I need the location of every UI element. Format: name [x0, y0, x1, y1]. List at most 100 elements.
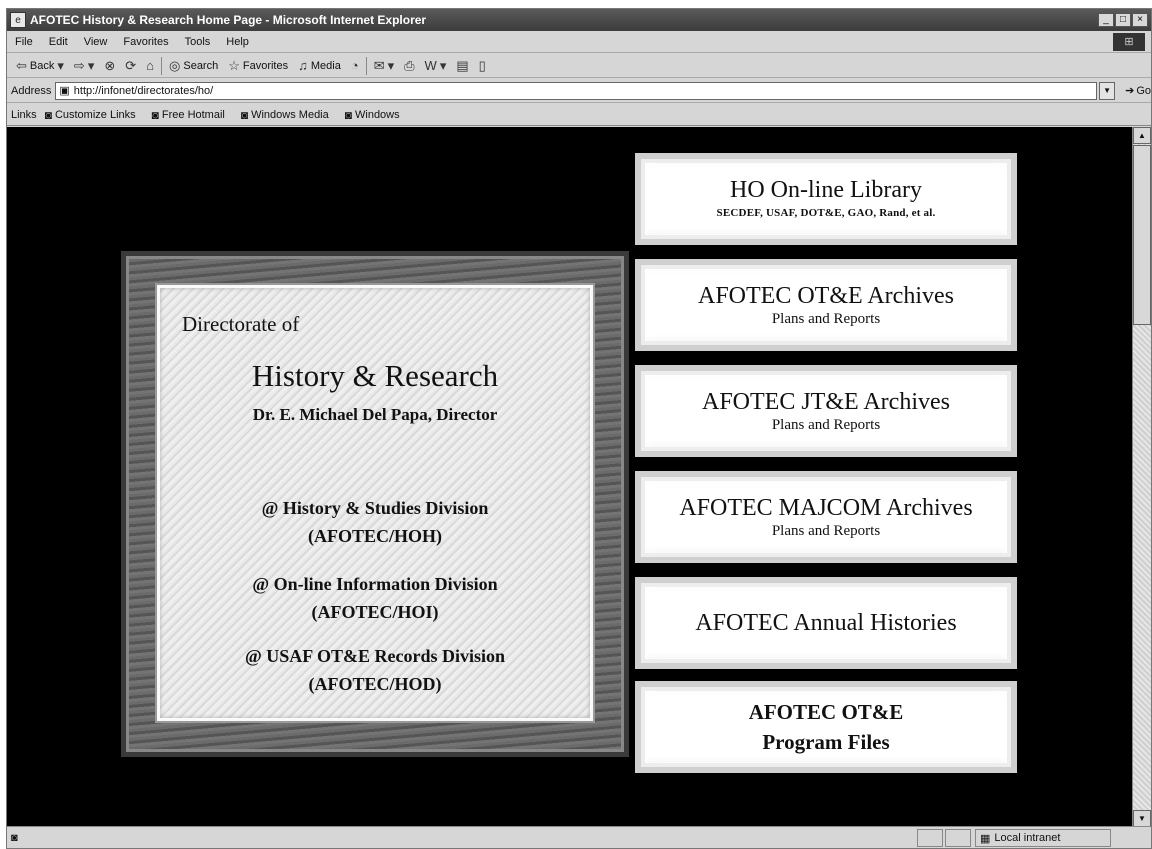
edit-button[interactable]: W ▾: [420, 58, 452, 74]
print-icon: ⎙: [404, 57, 415, 73]
division-code: (AFOTEC/HOH): [308, 526, 442, 546]
division-name: @ USAF OT&E Records Division: [244, 646, 506, 666]
browser-window: e AFOTEC History & Research Home Page - …: [6, 8, 1152, 849]
address-label: Address: [11, 84, 52, 97]
nav-subtitle: Plans and Reports: [771, 522, 881, 539]
search-label: Search: [183, 59, 219, 72]
close-button[interactable]: ×: [1132, 13, 1148, 27]
minimize-button[interactable]: _: [1098, 13, 1114, 27]
menu-favorites[interactable]: Favorites: [115, 36, 176, 48]
go-arrow-icon: ➔: [1125, 85, 1135, 97]
page-icon: ▣: [59, 85, 70, 97]
refresh-icon: ⟳: [125, 57, 137, 73]
nav-title: AFOTEC Annual Histories: [695, 609, 957, 636]
menu-view[interactable]: View: [76, 36, 116, 48]
messenger-icon: ▯: [478, 57, 486, 73]
director-name: Dr. E. Michael Del Papa, Director: [252, 405, 498, 424]
messenger-button[interactable]: ▯: [474, 58, 491, 74]
search-button[interactable]: ◎ Search: [164, 58, 223, 74]
status-cell: [917, 829, 943, 847]
windows-logo-icon: ⊞: [1113, 33, 1145, 51]
address-input[interactable]: ▣ http://infonet/directorates/ho/: [55, 81, 1098, 100]
security-zone: ▦ Local intranet: [975, 829, 1111, 847]
nav-subtitle: SECDEF, USAF, DOT&E, GAO, Rand, et al.: [716, 206, 936, 219]
scroll-up-button[interactable]: ▲: [1133, 127, 1151, 144]
toolbar-separator: [365, 56, 367, 75]
back-arrow-icon: ⇦: [16, 57, 27, 73]
page-status-icon: ◙: [11, 831, 18, 844]
title-bar: e AFOTEC History & Research Home Page - …: [7, 9, 1151, 31]
nav-button-ote-archives[interactable]: AFOTEC OT&E Archives Plans and Reports: [635, 259, 1017, 351]
division-code: (AFOTEC/HOI): [311, 602, 439, 622]
marble-panel: Directorate of History & Research Dr. E.…: [157, 285, 593, 721]
ie-page-icon: ◙: [240, 107, 249, 122]
link-free-hotmail[interactable]: ◙ Free Hotmail: [152, 108, 225, 122]
nav-title: AFOTEC JT&E Archives: [702, 388, 950, 415]
discuss-button[interactable]: ▤: [451, 58, 473, 74]
favorites-button[interactable]: ☆ Favorites: [223, 58, 293, 74]
menu-help[interactable]: Help: [218, 36, 257, 48]
refresh-button[interactable]: ⟳: [120, 58, 141, 74]
mail-button[interactable]: ✉ ▾: [369, 58, 399, 74]
status-cell: [945, 829, 971, 847]
division-link-hoi[interactable]: @ On-line Information Division (AFOTEC/H…: [160, 570, 590, 626]
link-windows-media[interactable]: ◙ Windows Media: [241, 108, 329, 122]
menu-tools[interactable]: Tools: [177, 36, 219, 48]
page-content: Directorate of History & Research Dr. E.…: [7, 127, 1134, 827]
nav-subtitle: Plans and Reports: [771, 310, 881, 327]
division-code: (AFOTEC/HOD): [308, 674, 442, 694]
nav-title: AFOTEC MAJCOM Archives: [679, 494, 973, 521]
discuss-icon: ▤: [456, 57, 469, 73]
ie-page-icon: ◙: [44, 107, 52, 122]
division-name: @ History & Studies Division: [261, 498, 489, 518]
word-icon: W: [424, 58, 437, 73]
standard-toolbar: ⇦ Back ▾ ⇨ ▾ ⊗ ⟳ ⌂ ◎ Search ☆ Favorites ♫…: [7, 54, 1151, 78]
media-icon: ♫: [298, 58, 308, 73]
ie-icon: e: [10, 12, 26, 28]
division-link-hoh[interactable]: @ History & Studies Division (AFOTEC/HOH…: [160, 494, 590, 550]
nav-subtitle: Plans and Reports: [771, 416, 881, 433]
directorate-of-text: Directorate of: [182, 312, 300, 336]
division-link-hod[interactable]: @ USAF OT&E Records Division (AFOTEC/HOD…: [160, 642, 590, 698]
maximize-button[interactable]: □: [1115, 13, 1131, 27]
nav-button-majcom-archives[interactable]: AFOTEC MAJCOM Archives Plans and Reports: [635, 471, 1017, 563]
nav-button-jte-archives[interactable]: AFOTEC JT&E Archives Plans and Reports: [635, 365, 1017, 457]
forward-button[interactable]: ⇨ ▾: [69, 58, 99, 74]
scroll-down-button[interactable]: ▼: [1133, 810, 1151, 827]
print-button[interactable]: ⎙: [399, 58, 419, 74]
toolbar-separator: [161, 56, 163, 75]
vertical-scrollbar[interactable]: ▲ ▼: [1132, 127, 1151, 827]
status-bar: ◙ ▦ Local intranet: [7, 826, 1151, 848]
link-label: Windows Media: [251, 108, 329, 121]
home-button[interactable]: ⌂: [141, 58, 159, 73]
mail-icon: ✉: [373, 57, 385, 73]
link-customize-links[interactable]: ◙ Customize Links: [45, 108, 136, 122]
nav-subtitle: Program Files: [762, 730, 890, 754]
search-icon: ◎: [169, 57, 181, 73]
nav-button-annual-histories[interactable]: AFOTEC Annual Histories: [635, 577, 1017, 669]
back-button[interactable]: ⇦ Back ▾: [11, 58, 69, 74]
chevron-down-icon: ▾: [87, 57, 95, 73]
nav-button-online-library[interactable]: HO On-line Library SECDEF, USAF, DOT&E, …: [635, 153, 1017, 245]
link-label: Free Hotmail: [161, 108, 225, 121]
link-label: Windows: [355, 108, 400, 121]
link-windows[interactable]: ◙ Windows: [345, 108, 400, 122]
history-button[interactable]: ◔: [346, 58, 364, 73]
scroll-thumb[interactable]: [1133, 145, 1151, 325]
address-url: http://infonet/directorates/ho/: [73, 84, 214, 97]
zone-label: Local intranet: [994, 832, 1061, 844]
link-label: Customize Links: [54, 108, 136, 121]
address-dropdown-button[interactable]: ▼: [1099, 81, 1116, 100]
go-button[interactable]: ➔ Go: [1125, 84, 1151, 98]
menu-file[interactable]: File: [7, 36, 41, 48]
nav-button-program-files[interactable]: AFOTEC OT&E Program Files: [635, 681, 1017, 773]
stop-button[interactable]: ⊗: [99, 58, 120, 74]
media-button[interactable]: ♫ Media: [293, 58, 346, 73]
links-label: Links: [11, 108, 37, 121]
forward-arrow-icon: ⇨: [73, 57, 85, 73]
nav-title: HO On-line Library: [730, 176, 922, 203]
menu-edit[interactable]: Edit: [41, 36, 76, 48]
chevron-down-icon: ▾: [57, 57, 64, 73]
nav-title: AFOTEC OT&E: [748, 700, 904, 724]
favorites-icon: ☆: [228, 57, 240, 73]
